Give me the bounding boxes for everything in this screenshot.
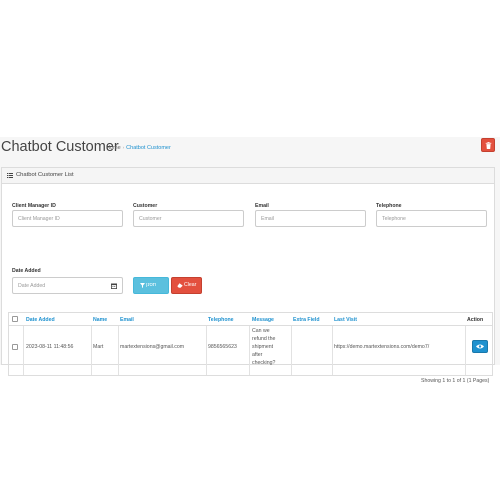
pagination-summary: Showing 1 to 1 of 1 (1 Pages) <box>421 378 490 384</box>
trash-icon <box>485 142 492 149</box>
column-name[interactable]: Name <box>93 317 107 323</box>
customer-input[interactable] <box>133 210 244 227</box>
calendar-icon <box>111 283 117 289</box>
column-message[interactable]: Message <box>252 317 274 323</box>
table-row: 2023-08-11 11:48:56 Mart martextensions@… <box>9 326 492 375</box>
cell-email: martextensions@gmail.com <box>120 344 185 350</box>
cell-name: Mart <box>93 344 104 350</box>
funnel-icon <box>140 283 145 288</box>
delete-button[interactable] <box>481 138 495 152</box>
column-telephone[interactable]: Telephone <box>208 317 234 323</box>
customer-label: Customer <box>133 203 158 209</box>
breadcrumb-separator: › <box>122 145 125 150</box>
client-manager-id-label: Client Manager ID <box>12 203 56 209</box>
eye-icon <box>476 344 484 349</box>
telephone-label: Telephone <box>376 203 402 209</box>
cell-date-added: 2023-08-11 11:48:56 <box>26 344 74 350</box>
filter-button[interactable]: תסנן <box>133 277 169 294</box>
cell-last-visit: https://demo.martextensions.com/demo7/ <box>334 344 430 350</box>
date-added-label: Date Added <box>12 268 41 274</box>
table-header: Date Added Name Email Telephone Message … <box>9 313 492 326</box>
clear-button[interactable]: Clear <box>171 277 202 294</box>
eraser-icon <box>177 283 183 288</box>
client-manager-id-input[interactable] <box>12 210 123 227</box>
cell-telephone: 9856565623 <box>208 344 237 350</box>
customer-table: Date Added Name Email Telephone Message … <box>8 312 493 376</box>
breadcrumb: Home › Chatbot Customer <box>106 145 171 151</box>
page-title: Chatbot Customer <box>1 139 119 155</box>
email-input[interactable] <box>255 210 366 227</box>
cell-message: Can we refund the shipment after checkin… <box>252 328 276 366</box>
column-email[interactable]: Email <box>120 317 134 323</box>
page-header: Chatbot Customer Home › Chatbot Customer <box>0 137 500 161</box>
column-action: Action <box>467 317 484 323</box>
email-label: Email <box>255 203 269 209</box>
row-checkbox[interactable] <box>12 344 18 350</box>
column-date-added[interactable]: Date Added <box>26 317 55 323</box>
filter-button-label: תסנן <box>146 282 157 288</box>
column-extra-field[interactable]: Extra Field <box>293 317 320 323</box>
panel-heading: Chatbot Customer List <box>2 168 494 184</box>
view-button[interactable] <box>472 340 488 353</box>
list-icon <box>7 173 13 178</box>
breadcrumb-chatbot-customer[interactable]: Chatbot Customer <box>126 145 171 151</box>
date-added-input[interactable] <box>12 277 107 294</box>
select-all-checkbox[interactable] <box>12 316 18 322</box>
customer-list-panel: Chatbot Customer List Client Manager ID … <box>1 167 495 384</box>
calendar-button[interactable] <box>106 277 123 294</box>
breadcrumb-home[interactable]: Home <box>106 145 121 151</box>
clear-button-label: Clear <box>184 282 197 288</box>
telephone-input[interactable] <box>376 210 487 227</box>
panel-title: Chatbot Customer List <box>16 172 74 178</box>
column-last-visit[interactable]: Last Visit <box>334 317 357 323</box>
admin-page: Chatbot Customer Home › Chatbot Customer C… <box>0 137 500 384</box>
